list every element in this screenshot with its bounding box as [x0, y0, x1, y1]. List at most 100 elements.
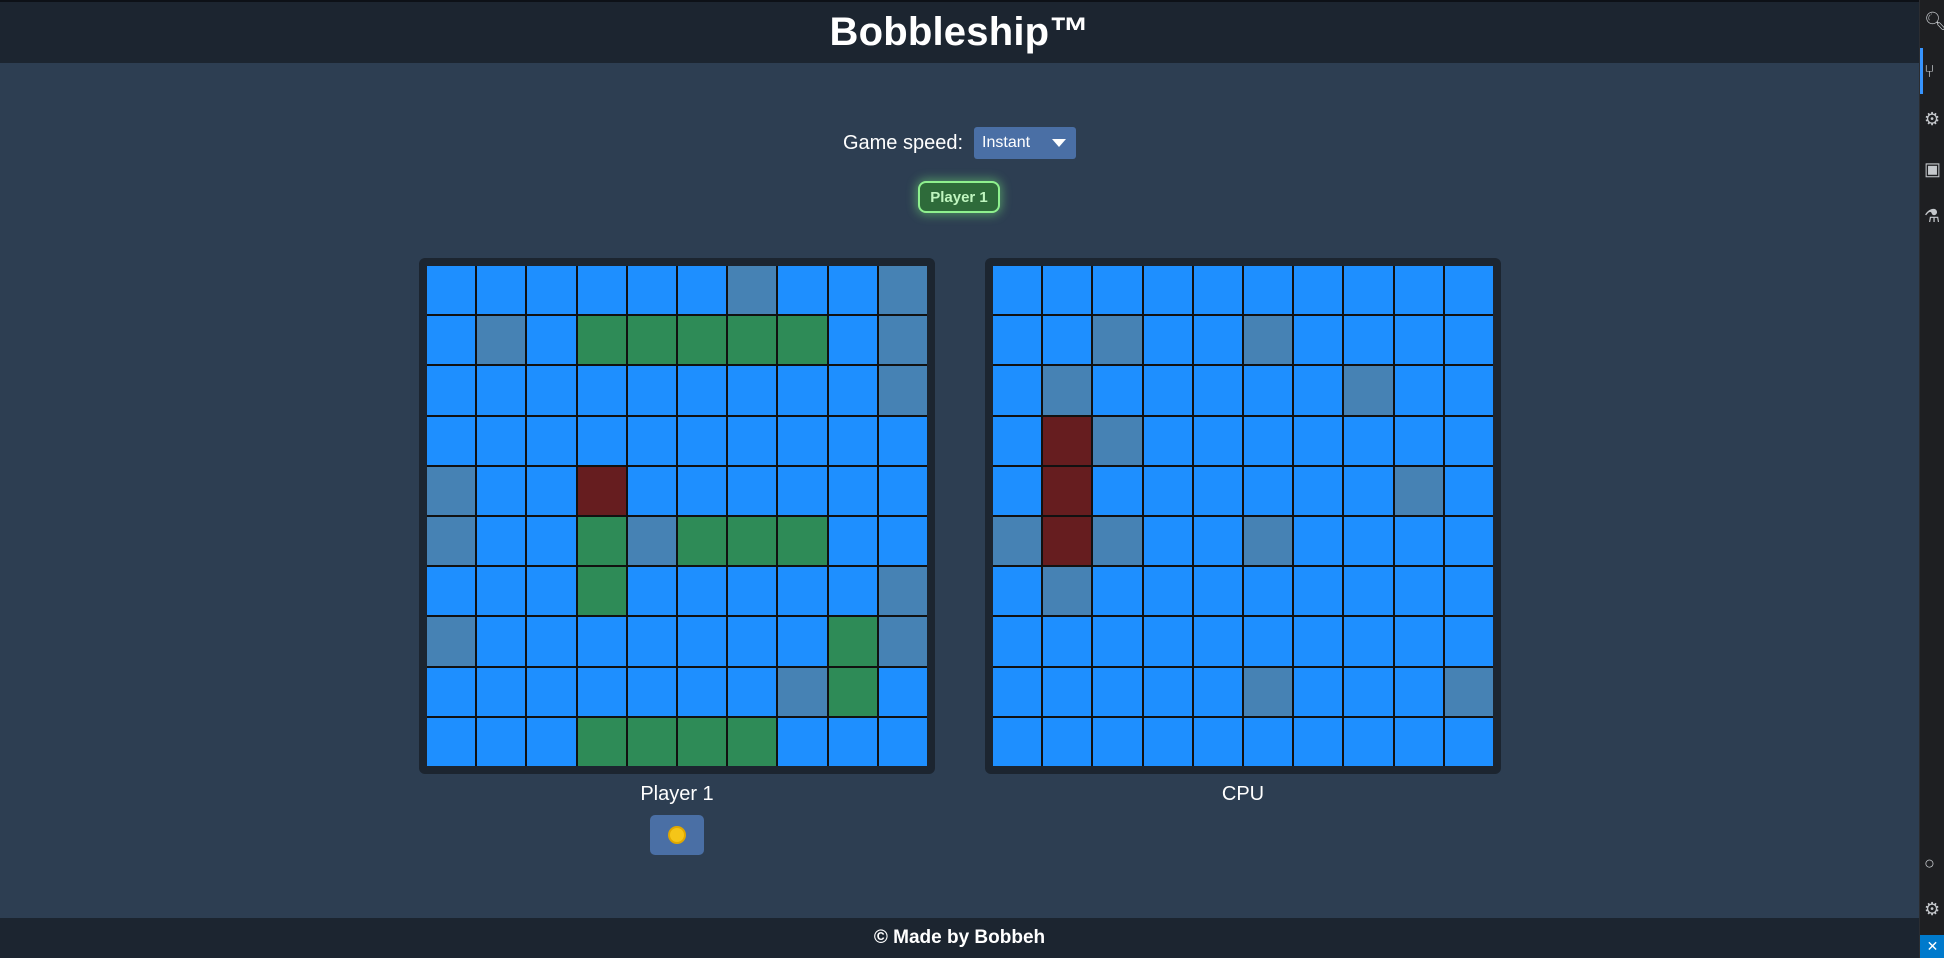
water-cell[interactable]	[1344, 567, 1393, 616]
water-cell[interactable]	[1394, 717, 1443, 766]
debug-icon[interactable]: ⚙	[1924, 108, 1944, 130]
water-cell[interactable]	[1143, 316, 1192, 365]
ship-cell[interactable]	[828, 667, 877, 716]
water-cell[interactable]	[778, 416, 827, 465]
water-cell[interactable]	[1444, 416, 1493, 465]
water-cell[interactable]	[1143, 366, 1192, 415]
water-cell[interactable]	[1143, 617, 1192, 666]
water-cell[interactable]	[1444, 617, 1493, 666]
ship-cell[interactable]	[678, 517, 727, 566]
water-cell[interactable]	[1193, 466, 1242, 515]
water-cell[interactable]	[1244, 717, 1293, 766]
water-cell[interactable]	[1043, 266, 1092, 315]
ship-cell[interactable]	[778, 316, 827, 365]
water-cell[interactable]	[527, 416, 576, 465]
water-cell[interactable]	[778, 567, 827, 616]
water-cell[interactable]	[1394, 416, 1443, 465]
water-cell[interactable]	[1294, 567, 1343, 616]
water-cell[interactable]	[1444, 517, 1493, 566]
water-cell[interactable]	[1244, 366, 1293, 415]
water-cell[interactable]	[1294, 517, 1343, 566]
water-cell[interactable]	[527, 366, 576, 415]
water-cell[interactable]	[527, 266, 576, 315]
water-cell[interactable]	[1344, 316, 1393, 365]
ship-cell[interactable]	[678, 717, 727, 766]
water-cell[interactable]	[1394, 517, 1443, 566]
water-cell[interactable]	[1093, 366, 1142, 415]
water-cell[interactable]	[778, 617, 827, 666]
hit-cell[interactable]	[1043, 466, 1092, 515]
water-cell[interactable]	[1043, 717, 1092, 766]
water-cell[interactable]	[778, 266, 827, 315]
water-cell[interactable]	[1244, 466, 1293, 515]
water-cell[interactable]	[527, 517, 576, 566]
game-speed-select[interactable]: Instant	[974, 127, 1077, 159]
water-cell[interactable]	[1143, 567, 1192, 616]
water-cell[interactable]	[678, 366, 727, 415]
water-cell[interactable]	[477, 517, 526, 566]
water-cell[interactable]	[1294, 466, 1343, 515]
miss-cell[interactable]	[427, 517, 476, 566]
water-cell[interactable]	[993, 316, 1042, 365]
water-cell[interactable]	[1344, 517, 1393, 566]
water-cell[interactable]	[878, 517, 927, 566]
water-cell[interactable]	[527, 667, 576, 716]
water-cell[interactable]	[1043, 617, 1092, 666]
water-cell[interactable]	[577, 416, 626, 465]
water-cell[interactable]	[477, 667, 526, 716]
water-cell[interactable]	[878, 717, 927, 766]
theme-toggle-button[interactable]	[650, 815, 704, 855]
water-cell[interactable]	[878, 416, 927, 465]
miss-cell[interactable]	[1444, 667, 1493, 716]
water-cell[interactable]	[1394, 316, 1443, 365]
water-cell[interactable]	[1344, 416, 1393, 465]
water-cell[interactable]	[1193, 567, 1242, 616]
water-cell[interactable]	[828, 316, 877, 365]
miss-cell[interactable]	[878, 366, 927, 415]
ship-cell[interactable]	[577, 567, 626, 616]
ship-cell[interactable]	[577, 517, 626, 566]
water-cell[interactable]	[678, 416, 727, 465]
water-cell[interactable]	[1043, 316, 1092, 365]
water-cell[interactable]	[1294, 366, 1343, 415]
hit-cell[interactable]	[577, 466, 626, 515]
water-cell[interactable]	[1093, 717, 1142, 766]
water-cell[interactable]	[778, 466, 827, 515]
water-cell[interactable]	[427, 416, 476, 465]
water-cell[interactable]	[993, 266, 1042, 315]
miss-cell[interactable]	[878, 567, 927, 616]
hit-cell[interactable]	[1043, 517, 1092, 566]
water-cell[interactable]	[1294, 316, 1343, 365]
water-cell[interactable]	[577, 667, 626, 716]
water-cell[interactable]	[1344, 717, 1393, 766]
water-cell[interactable]	[828, 567, 877, 616]
water-cell[interactable]	[1193, 366, 1242, 415]
water-cell[interactable]	[1294, 266, 1343, 315]
water-cell[interactable]	[1444, 567, 1493, 616]
ship-cell[interactable]	[627, 717, 676, 766]
water-cell[interactable]	[477, 617, 526, 666]
miss-cell[interactable]	[427, 617, 476, 666]
water-cell[interactable]	[1394, 617, 1443, 666]
water-cell[interactable]	[527, 617, 576, 666]
ship-cell[interactable]	[728, 517, 777, 566]
water-cell[interactable]	[778, 366, 827, 415]
water-cell[interactable]	[678, 667, 727, 716]
water-cell[interactable]	[728, 567, 777, 616]
miss-cell[interactable]	[1093, 517, 1142, 566]
water-cell[interactable]	[1093, 617, 1142, 666]
water-cell[interactable]	[993, 416, 1042, 465]
water-cell[interactable]	[1143, 717, 1192, 766]
water-cell[interactable]	[477, 266, 526, 315]
water-cell[interactable]	[477, 466, 526, 515]
ship-cell[interactable]	[577, 717, 626, 766]
water-cell[interactable]	[577, 617, 626, 666]
water-cell[interactable]	[477, 717, 526, 766]
miss-cell[interactable]	[1093, 316, 1142, 365]
water-cell[interactable]	[627, 416, 676, 465]
miss-cell[interactable]	[477, 316, 526, 365]
water-cell[interactable]	[778, 717, 827, 766]
miss-cell[interactable]	[627, 517, 676, 566]
water-cell[interactable]	[1043, 667, 1092, 716]
water-cell[interactable]	[828, 366, 877, 415]
